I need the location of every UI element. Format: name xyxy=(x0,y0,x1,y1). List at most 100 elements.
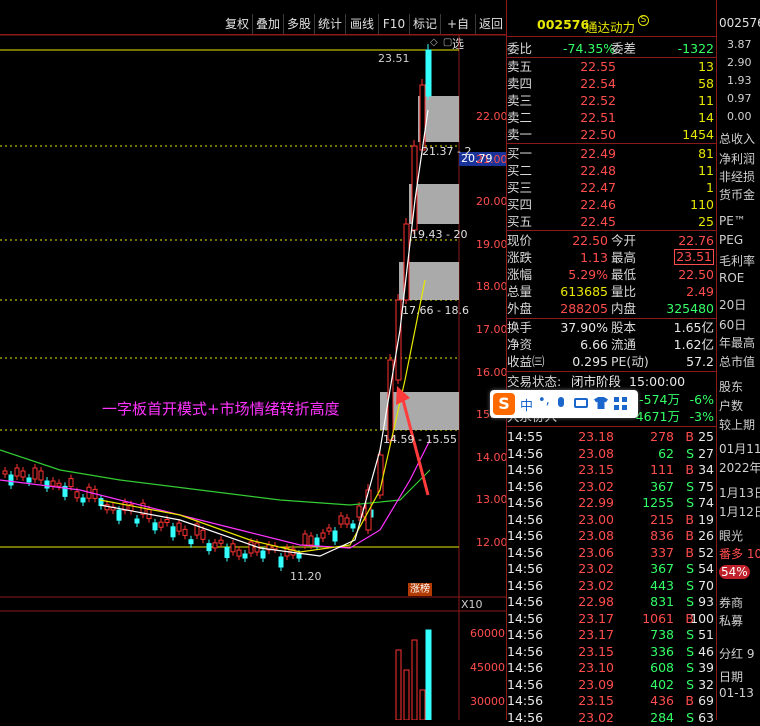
tick-row: 14:55 23.18 278 B 25 xyxy=(507,428,716,445)
tick-count: 70 xyxy=(698,577,714,593)
side-label: 1月12日 xyxy=(719,505,760,519)
candle-body xyxy=(308,535,314,546)
tick-direction: B xyxy=(685,462,694,477)
fund-label: 换手 xyxy=(507,320,533,335)
kline-chart[interactable]: 复权 叠加 多股 统计 画线 F10 标记 +自选 返回 22.00 21.00 2… xyxy=(0,0,508,720)
shirt-icon[interactable] xyxy=(594,397,608,409)
tick-volume: 831 xyxy=(650,594,674,609)
quote-stat-row: 外盘 288205 内盘 325480 xyxy=(507,300,716,317)
tick-price: 23.02 xyxy=(578,709,614,725)
side-label: 眼光 xyxy=(719,529,744,543)
side-axis-value: 3.87 xyxy=(727,38,752,51)
side-label: 股东 xyxy=(719,380,744,394)
tick-direction: B xyxy=(685,693,694,708)
tick-volume: 284 xyxy=(650,709,674,725)
tick-price: 22.99 xyxy=(578,495,614,510)
circle-s-icon[interactable]: S xyxy=(638,15,649,26)
candle-body xyxy=(260,550,266,559)
ime-punct[interactable]: •, xyxy=(538,393,550,408)
tick-time: 14:56 xyxy=(507,643,544,659)
candle-body xyxy=(8,474,14,486)
candle-body xyxy=(206,543,212,552)
tick-row: 14:56 23.10 608 S 39 xyxy=(507,659,716,676)
weibi-label: 委比 xyxy=(507,41,533,56)
tick-price: 23.06 xyxy=(578,544,614,560)
window-buttons[interactable]: ◇ ▢ xyxy=(430,37,453,48)
tick-row: 14:56 23.15 436 B 69 xyxy=(507,692,716,709)
candle-body xyxy=(350,523,356,529)
tick-direction: S xyxy=(686,495,694,510)
f10-summary-column: 002576 3.87 2.90 1.93 0.97 0.00 总收入净利润非经损货币金… xyxy=(716,0,760,720)
tick-row: 14:56 23.09 402 S 32 xyxy=(507,676,716,693)
stat-label: 内盘 xyxy=(611,301,637,316)
candle-body xyxy=(26,477,32,483)
tick-direction: S xyxy=(686,577,694,593)
ask-price: 22.54 xyxy=(580,76,616,91)
candle-body xyxy=(68,478,74,488)
ask-level-row: 卖三 22.52 11 xyxy=(507,92,716,109)
tick-row: 14:56 23.02 284 S 63 xyxy=(507,709,716,726)
candle-body xyxy=(278,556,284,568)
tick-volume: 215 xyxy=(650,511,674,527)
tick-count: 39 xyxy=(698,660,714,675)
side-label: 总收入 xyxy=(719,132,756,146)
candle-body xyxy=(302,533,308,546)
volume-bar xyxy=(425,629,432,720)
fundamental-row: 收益㈢ 0.295 PE(动) 57.2 xyxy=(507,353,716,370)
tick-count: 46 xyxy=(698,643,714,659)
ime-toolbar[interactable]: S 中 •, xyxy=(490,390,638,418)
mic-icon[interactable] xyxy=(558,397,564,407)
tick-count: 34 xyxy=(698,462,714,477)
stat-label: 今开 xyxy=(611,233,637,248)
bid-level-label: 买一 xyxy=(507,146,533,161)
candle-body xyxy=(218,539,224,544)
side-label: 20日 xyxy=(719,298,747,312)
bid-volume: 81 xyxy=(698,146,714,161)
ask-level-row: 卖四 22.54 58 xyxy=(507,75,716,92)
volume-bar xyxy=(395,649,402,720)
fundamental-row: 净资 6.66 流通 1.62亿 xyxy=(507,336,716,353)
tick-count: 19 xyxy=(698,511,714,527)
tick-volume: 62 xyxy=(658,445,674,461)
sogou-s-icon[interactable]: S xyxy=(493,393,515,415)
tick-time: 14:55 xyxy=(507,429,544,444)
ask-level-label: 卖二 xyxy=(507,110,533,125)
bid-level-label: 买二 xyxy=(507,163,533,178)
tick-price: 23.09 xyxy=(578,676,614,692)
tick-count: 63 xyxy=(698,709,714,725)
tick-count: 25 xyxy=(698,429,714,444)
tick-row: 14:56 23.08 836 B 26 xyxy=(507,527,716,544)
candle-body xyxy=(236,549,242,557)
candle-body xyxy=(338,515,344,525)
tick-direction: S xyxy=(686,709,694,725)
candle-body xyxy=(332,530,338,542)
volume-axis-label: 45000 xyxy=(470,661,505,674)
limit-up-badge[interactable]: 涨榜 xyxy=(408,583,432,596)
tick-count: 69 xyxy=(698,693,714,708)
tick-time: 14:56 xyxy=(507,462,544,477)
ask-volume: 14 xyxy=(698,110,714,125)
bid-price: 22.46 xyxy=(580,197,616,212)
keyboard-icon[interactable] xyxy=(574,398,588,408)
side-label: PEG xyxy=(719,233,744,247)
tick-volume: 367 xyxy=(650,478,674,494)
tick-price: 23.10 xyxy=(578,660,614,675)
tick-row: 14:56 22.99 1255 S 74 xyxy=(507,494,716,511)
bid-volume: 11 xyxy=(698,163,714,178)
tick-count: 26 xyxy=(698,528,714,543)
tick-volume: 436 xyxy=(650,693,674,708)
side-label: ROE xyxy=(719,271,745,285)
tick-count: 93 xyxy=(698,594,714,609)
capital-flow-value: -574万 xyxy=(639,392,680,407)
ask-level-label: 卖三 xyxy=(507,93,533,108)
side-label: 年最高 xyxy=(719,336,756,350)
ask-volume: 13 xyxy=(698,59,714,74)
tick-volume: 738 xyxy=(650,627,674,642)
grid-icon[interactable] xyxy=(614,397,627,410)
tick-time: 14:56 xyxy=(507,610,544,626)
tick-time: 14:56 xyxy=(507,561,544,576)
bid-level-label: 买五 xyxy=(507,214,533,229)
ime-lang[interactable]: 中 xyxy=(520,395,533,414)
tick-price: 23.02 xyxy=(578,577,614,593)
fund-label: 股本 xyxy=(611,320,637,335)
